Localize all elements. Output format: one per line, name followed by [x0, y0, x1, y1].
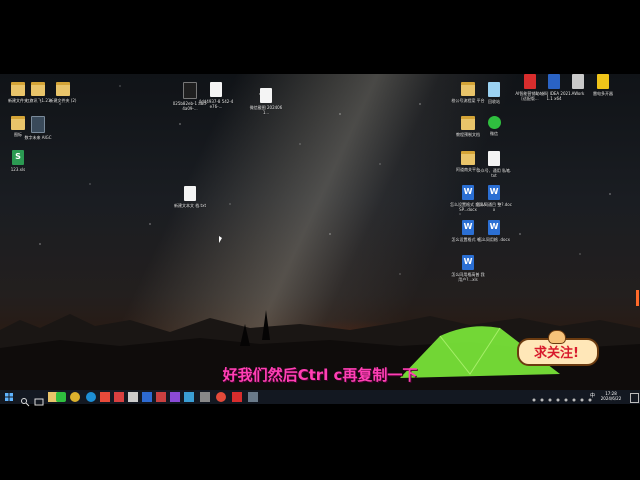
- desktop-icon-label: 雷电多开器: [593, 91, 613, 96]
- folder-icon: [461, 82, 475, 96]
- desktop-icon-label: 123.xls: [10, 167, 26, 172]
- desktop-icon-label: 公众号、通用 私笔.txt: [476, 168, 512, 178]
- desktop-icon-label: 微信: [490, 131, 498, 136]
- word-document-icon: [462, 220, 474, 235]
- clock-date: 2024/6/22: [600, 396, 622, 401]
- intellij-idea-icon: [548, 74, 560, 89]
- word-document-icon: [462, 255, 474, 270]
- mouse-cursor-icon: [219, 236, 222, 243]
- desktop-icon-label: 微信截图 2024061...: [249, 105, 283, 115]
- edge-icon[interactable]: [86, 392, 96, 402]
- desktop-icon[interactable]: 4dd4937-8 542-4e76-...: [198, 82, 234, 109]
- spreadsheet-icon: [12, 150, 24, 165]
- app-icon[interactable]: [100, 392, 110, 402]
- folder-icon: [461, 151, 475, 165]
- app-icon[interactable]: [114, 392, 124, 402]
- desktop-icon-label: 怎么同用格 .docx: [477, 237, 511, 242]
- desktop-icon-label: 回收站: [488, 99, 500, 104]
- file-icon: [183, 82, 197, 99]
- desktop-icon-label: 怎么同通目 整?.docx: [476, 202, 512, 212]
- app-icon[interactable]: [128, 392, 138, 402]
- app-icon[interactable]: [142, 392, 152, 402]
- desktop-icon[interactable]: 微信截图 2024061...: [248, 88, 284, 115]
- task-view-icon[interactable]: [34, 392, 44, 406]
- desktop-icon[interactable]: 怎么同用格 .docx: [476, 220, 512, 242]
- desktop-icon-label: 数字未来 AIGC: [24, 135, 52, 140]
- desktop-icon[interactable]: 微信: [476, 116, 512, 136]
- follow-sticker: 求关注!: [515, 330, 599, 366]
- word-document-icon: [488, 185, 500, 200]
- word-document-icon: [462, 185, 474, 200]
- app-icon[interactable]: [56, 392, 66, 402]
- app-icon[interactable]: [156, 392, 166, 402]
- desktop-icon[interactable]: 数字未来 AIGC: [20, 116, 56, 140]
- text-file-icon: [488, 151, 500, 166]
- app-icon[interactable]: [184, 392, 194, 402]
- text-file-icon: [184, 186, 196, 201]
- taskbar: 中 17:28 2024/6/22: [0, 390, 640, 407]
- word-document-icon: [488, 220, 500, 235]
- sticker-text: 求关注!: [534, 346, 579, 361]
- folder-icon: [56, 82, 70, 96]
- desktop-icon[interactable]: 新建文件夹 (2): [45, 82, 81, 103]
- desktop-icon[interactable]: 回收站: [476, 82, 512, 104]
- awork-icon: [572, 74, 584, 89]
- desktop-icon[interactable]: 公众号、通用 私笔.txt: [476, 151, 512, 178]
- ime-indicator[interactable]: 中: [590, 392, 595, 399]
- app-icon[interactable]: [200, 392, 210, 402]
- desktop-icon[interactable]: 怎么同用格高普 我用户?...xls: [450, 255, 486, 282]
- app-icon[interactable]: [170, 392, 180, 402]
- ldplayer-icon: [597, 74, 609, 89]
- desktop-icon[interactable]: 新建文本文 档.txt: [172, 186, 208, 208]
- desktop-icon[interactable]: 雷电多开器: [585, 74, 621, 96]
- chrome-icon[interactable]: [70, 392, 80, 402]
- desktop-icon-label: 怎么同用格高普 我用户?...xls: [451, 272, 485, 282]
- desktop-icon-label: 新建文本文 档.txt: [173, 203, 207, 208]
- desktop-icon-label: 4dd4937-8 542-4e76-...: [198, 99, 234, 109]
- video-caption: 好我们然后Ctrl c再复制一下: [222, 366, 418, 384]
- wps-icon[interactable]: [232, 392, 242, 402]
- image-file-icon: [260, 88, 272, 103]
- document-icon: [210, 82, 222, 97]
- recycle-bin-icon: [488, 82, 500, 97]
- chrome-icon[interactable]: [216, 392, 226, 402]
- desktop-icon[interactable]: 怎么同通目 整?.docx: [476, 185, 512, 212]
- app-icon[interactable]: [248, 392, 258, 402]
- wechat-icon: [487, 116, 501, 129]
- ai-marketing-app-icon: [524, 74, 536, 89]
- notification-icon[interactable]: [630, 393, 639, 403]
- desktop-icon[interactable]: 123.xls: [0, 150, 36, 172]
- folder-icon: [461, 116, 475, 130]
- desktop-icon-label: 新建文件夹 (2): [49, 98, 77, 103]
- app-shortcut-icon: [31, 116, 45, 133]
- screen-edge-marker: [636, 290, 639, 306]
- windows-start-icon[interactable]: [4, 392, 14, 402]
- clock[interactable]: 17:28 2024/6/22: [596, 391, 626, 401]
- folder-icon: [31, 82, 45, 96]
- search-icon[interactable]: [20, 392, 30, 407]
